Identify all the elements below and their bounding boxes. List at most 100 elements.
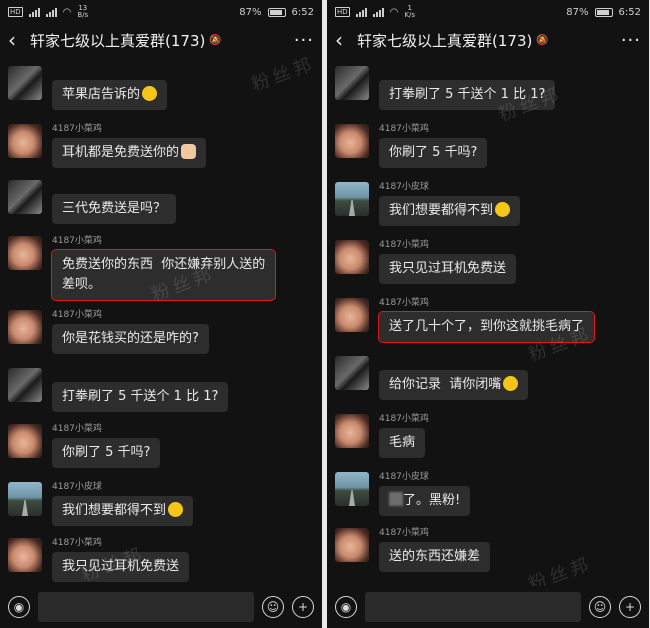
avatar[interactable]: [8, 310, 42, 344]
mute-bell-icon: 🔕: [209, 34, 222, 46]
message-body: 给你记录 请你闭嘴: [379, 356, 529, 400]
message-bubble[interactable]: 我只见过耳机免费送: [379, 254, 517, 284]
wifi-icon: ◠: [389, 6, 399, 18]
message-text: 我只见过耳机免费送: [62, 559, 180, 574]
message-body: 4187小菜鸡 我只见过耳机免费送: [379, 240, 517, 284]
cry-emoji-icon: [168, 502, 184, 517]
message-bubble[interactable]: 你是花钱买的还是咋的?: [52, 324, 209, 354]
avatar[interactable]: [335, 124, 369, 158]
message-text: 我们想要都得不到: [389, 203, 494, 218]
back-arrow-icon[interactable]: ‹: [335, 30, 357, 50]
message-row: 4187小皮球我们想要都得不到: [335, 182, 645, 226]
message-row: 打拳刷了 5 千送个 1 比 1?: [8, 368, 318, 412]
screenshot-pair: HD ◠ 13 B/s 87% 6:52 ‹ 轩家七级以上真爱群(173) 🔕 ·…: [0, 0, 650, 628]
message-row: 4187小菜鸡你刷了 5 千吗?: [335, 124, 645, 168]
avatar[interactable]: [8, 180, 42, 214]
avatar[interactable]: [8, 482, 42, 516]
message-bubble[interactable]: 给你记录 请你闭嘴: [379, 370, 529, 400]
message-bubble[interactable]: 送的东西还嫌差: [379, 542, 491, 572]
smile-emoji-icon: [142, 86, 158, 101]
avatar[interactable]: [8, 368, 42, 402]
highlighted-message-bubble[interactable]: 免费送你的东西 你还嫌弃别人送的 差呗。: [50, 249, 277, 301]
sender-name: 4187小菜鸡: [52, 538, 102, 548]
hd-icon: HD: [335, 7, 350, 17]
avatar[interactable]: [8, 424, 42, 458]
message-input[interactable]: [365, 592, 581, 622]
message-text: 我们想要都得不到: [62, 503, 167, 518]
message-text: 打拳刷了 5 千送个 1 比 1?: [389, 87, 546, 102]
message-row: 4187小皮球 了。黑粉!: [335, 472, 645, 516]
message-bubble[interactable]: 三代免费送是吗？: [52, 194, 177, 224]
avatar[interactable]: [335, 182, 369, 216]
message-text: 苹果店告诉的: [62, 87, 141, 102]
message-bubble[interactable]: 我只见过耳机免费送: [52, 552, 190, 582]
message-body: 4187小皮球我们想要都得不到: [379, 182, 521, 226]
message-bubble[interactable]: 我们想要都得不到: [52, 496, 194, 526]
highlighted-message-bubble[interactable]: 送了几十个了，到你这就挑毛病了: [377, 311, 596, 343]
message-list[interactable]: 打拳刷了 5 千送个 1 比 1? 4187小菜鸡你刷了 5 千吗? 4187小皮球…: [327, 58, 649, 586]
message-bubble[interactable]: 你刷了 5 千吗?: [52, 438, 161, 468]
sender-name: 4187小皮球: [379, 182, 429, 192]
message-row: 4187小皮球 我们想要都得不到: [8, 482, 318, 526]
message-bubble[interactable]: 你刷了 5 千吗?: [379, 138, 488, 168]
sender-name: 4187小菜鸡: [379, 124, 429, 134]
battery-percent: 87%: [566, 6, 589, 18]
message-text: 我只见过耳机免费送: [389, 261, 507, 276]
message-body: 4187小菜鸡 免费送你的东西 你还嫌弃别人送的 差呗。: [50, 236, 277, 301]
message-row: 4187小菜鸡 我只见过耳机免费送: [335, 240, 645, 284]
hand-emoji-icon: [181, 144, 197, 159]
status-bar: HD ◠ 1 K/s 87% 6:52: [327, 0, 649, 24]
message-bubble[interactable]: 打拳刷了 5 千送个 1 比 1?: [52, 382, 229, 412]
avatar[interactable]: [335, 528, 369, 562]
avatar[interactable]: [335, 298, 369, 332]
sender-name: 4187小菜鸡: [52, 310, 102, 320]
message-input[interactable]: [38, 592, 254, 622]
sender-name: 4187小菜鸡: [52, 124, 102, 134]
input-bar: ◉ ☺ +: [327, 586, 649, 628]
message-bubble[interactable]: 我们想要都得不到: [379, 196, 521, 226]
message-text: 耳机都是免费送你的: [62, 145, 180, 160]
emoji-icon[interactable]: ☺: [589, 596, 611, 618]
avatar[interactable]: [8, 66, 42, 100]
message-text: 了。黑粉!: [403, 493, 461, 508]
more-menu-icon[interactable]: ···: [294, 30, 314, 51]
avatar[interactable]: [335, 472, 369, 506]
message-text: 你是花钱买的还是咋的?: [62, 331, 199, 346]
avatar[interactable]: [335, 240, 369, 274]
message-list[interactable]: 苹果店告诉的 4187小菜鸡 耳机都是免费送你的 三代免费送是吗？ 4187小菜鸡 免费送…: [0, 58, 322, 586]
signal-icon: [355, 7, 367, 17]
message-body: 打拳刷了 5 千送个 1 比 1?: [379, 66, 556, 110]
message-text: 送的东西还嫌差: [389, 549, 481, 564]
signal-icon-2: [372, 7, 384, 17]
hd-icon: HD: [8, 7, 23, 17]
avatar[interactable]: [335, 356, 369, 390]
message-body: 4187小皮球 了。黑粉!: [379, 472, 471, 516]
message-bubble[interactable]: 了。黑粉!: [379, 486, 471, 516]
message-text: 三代免费送是吗？: [62, 201, 167, 216]
avatar[interactable]: [335, 414, 369, 448]
clock: 6:52: [618, 6, 641, 18]
sender-name: [52, 368, 228, 379]
message-text: 给你记录 请你闭嘴: [389, 377, 502, 392]
back-arrow-icon[interactable]: ‹: [8, 30, 30, 50]
voice-icon[interactable]: ◉: [8, 596, 30, 618]
plus-icon[interactable]: +: [619, 596, 641, 618]
message-row: 4187小菜鸡我只见过耳机免费送: [8, 538, 318, 582]
message-bubble[interactable]: 毛病: [379, 428, 426, 458]
avatar[interactable]: [335, 66, 369, 100]
message-bubble[interactable]: 打拳刷了 5 千送个 1 比 1?: [379, 80, 556, 110]
avatar[interactable]: [8, 538, 42, 572]
emoji-icon[interactable]: ☺: [262, 596, 284, 618]
sender-name: [379, 356, 528, 367]
message-bubble[interactable]: 苹果店告诉的: [52, 80, 168, 110]
message-row: 4187小菜鸡 毛病: [335, 414, 645, 458]
message-body: 4187小菜鸡 毛病: [379, 414, 429, 458]
voice-icon[interactable]: ◉: [335, 596, 357, 618]
avatar[interactable]: [8, 236, 42, 270]
plus-icon[interactable]: +: [292, 596, 314, 618]
sender-name: [52, 66, 167, 77]
more-menu-icon[interactable]: ···: [621, 30, 641, 51]
message-row: 三代免费送是吗？: [8, 180, 318, 224]
avatar[interactable]: [8, 124, 42, 158]
message-bubble[interactable]: 耳机都是免费送你的: [52, 138, 207, 168]
